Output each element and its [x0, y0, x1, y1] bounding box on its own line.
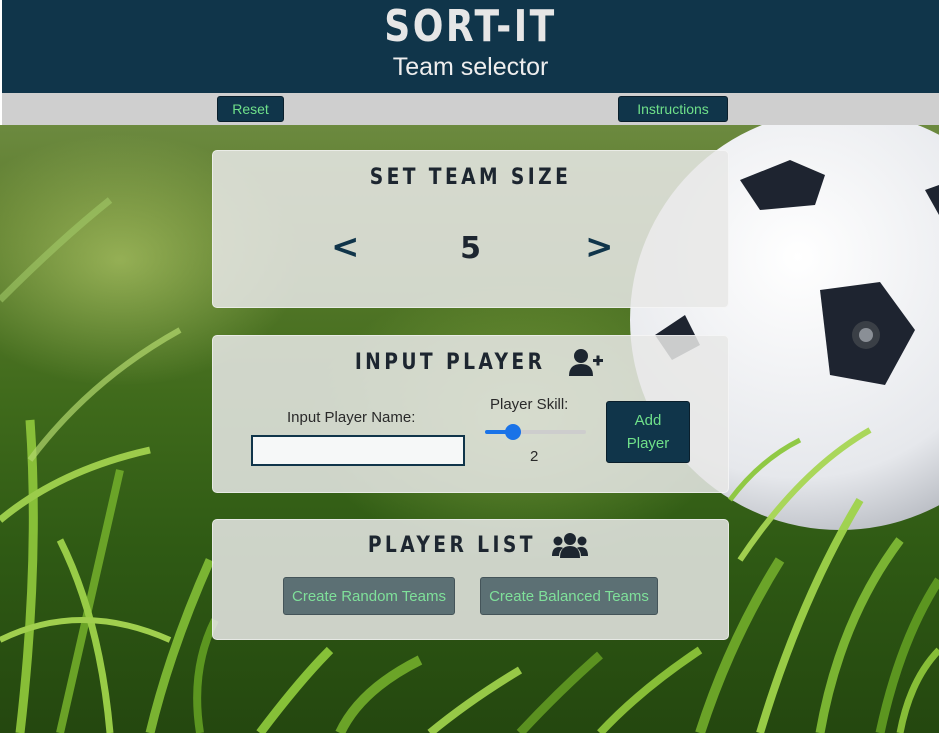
site-subtitle: Team selector	[392, 53, 549, 81]
create-balanced-teams-button[interactable]: Create Balanced Teams	[480, 577, 658, 615]
nav-bar: Reset Instructions	[0, 93, 939, 125]
team-size-panel: SET TEAM SIZE < 5 >	[212, 150, 729, 308]
users-icon	[552, 532, 589, 558]
player-list-panel: PLAYER LIST Create Random Teams Create B…	[212, 519, 729, 640]
player-name-label: Input Player Name:	[287, 409, 416, 426]
input-player-panel: INPUT PLAYER Input Player Name: Player S…	[212, 335, 729, 493]
input-player-title: INPUT PLAYER	[355, 349, 546, 375]
instructions-button[interactable]: Instructions	[618, 96, 728, 122]
add-player-button[interactable]: Add Player	[606, 401, 690, 463]
player-list-title: PLAYER LIST	[367, 532, 536, 558]
player-skill-label: Player Skill:	[490, 396, 569, 413]
add-player-label-line1: Add	[634, 412, 662, 429]
input-player-heading: INPUT PLAYER	[213, 348, 728, 376]
player-skill-value: 2	[530, 448, 539, 465]
site-header: SORT-IT Team selector	[0, 0, 939, 93]
player-name-input[interactable]	[251, 435, 465, 466]
add-player-label-line2: Player	[626, 435, 670, 452]
player-list-heading: PLAYER LIST	[213, 532, 728, 558]
site-logo: SORT-IT	[384, 1, 557, 52]
user-plus-icon	[568, 348, 603, 376]
player-skill-slider[interactable]	[485, 424, 586, 440]
create-random-teams-button[interactable]: Create Random Teams	[283, 577, 455, 615]
team-size-title: SET TEAM SIZE	[369, 165, 572, 190]
reset-button[interactable]: Reset	[217, 96, 284, 122]
team-size-value: 5	[460, 231, 481, 266]
skill-slider-thumb[interactable]	[505, 424, 522, 440]
increase-team-size-button[interactable]: >	[585, 227, 614, 267]
